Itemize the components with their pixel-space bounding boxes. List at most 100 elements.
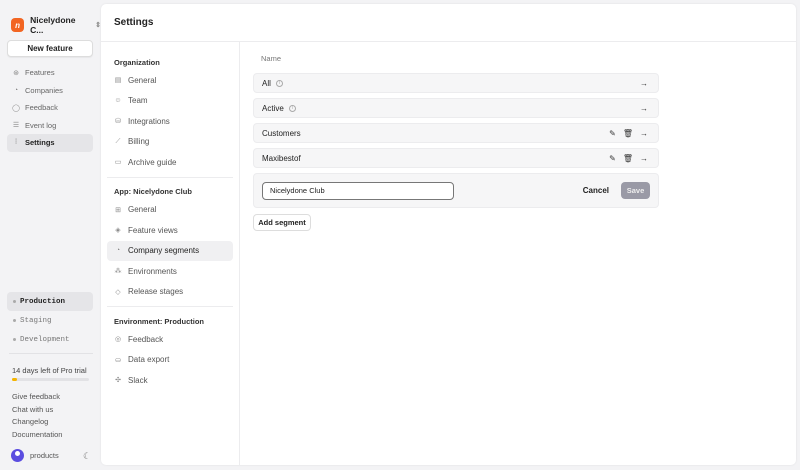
nav-item-companies[interactable]: ◔ Companies	[7, 82, 93, 100]
help-links: Give feedback Chat with us Changelog Docume…	[12, 392, 62, 442]
status-dot-icon	[13, 338, 16, 341]
settings-item-general[interactable]: ▤ General	[107, 70, 233, 91]
settings-item-general[interactable]: ⊞ General	[107, 200, 233, 221]
env-item-development[interactable]: Development	[7, 330, 93, 349]
settings-item-label: Archive guide	[128, 157, 177, 167]
settings-item-integrations[interactable]: ⛁ Integrations	[107, 111, 233, 132]
avatar	[11, 449, 24, 462]
segment-name: Active i	[262, 104, 640, 113]
help-link[interactable]: Documentation	[12, 430, 62, 443]
settings-item-release-stages[interactable]: ◇ Release stages	[107, 282, 233, 303]
trash-icon[interactable]: 🗑	[623, 154, 633, 163]
settings-item-archive-guide[interactable]: ▭ Archive guide	[107, 152, 233, 173]
trial-progress	[12, 378, 89, 381]
org-switcher[interactable]: n Nicelydone C... ⇕	[11, 15, 101, 35]
segment-row[interactable]: Customers ✎ 🗑 →	[253, 123, 659, 143]
settings-item-label: Team	[128, 96, 148, 106]
settings-item-feedback[interactable]: ◎ Feedback	[107, 329, 233, 350]
section-title: Environment: Production	[114, 316, 204, 326]
info-icon[interactable]: i	[288, 104, 296, 112]
segment-label: Active	[262, 103, 284, 113]
trial-progress-fill	[12, 378, 18, 381]
help-link[interactable]: Chat with us	[12, 405, 62, 418]
settings-item-slack[interactable]: ✣ Slack	[107, 370, 233, 391]
pencil-icon[interactable]: ✎	[609, 154, 616, 163]
settings-item-company-segments[interactable]: ◔ Company segments	[107, 240, 233, 261]
settings-item-billing[interactable]: ⟋ Billing	[107, 132, 233, 153]
nav-item-label: Event log	[25, 120, 57, 130]
save-button[interactable]: Save	[621, 182, 650, 199]
settings-item-icon: ▤	[114, 77, 122, 85]
settings-item-label: General	[128, 75, 157, 85]
arrow-right-icon[interactable]: →	[640, 79, 648, 88]
org-name: Nicelydone C...	[30, 15, 76, 35]
env-label: Development	[20, 335, 70, 344]
cancel-button[interactable]: Cancel	[583, 186, 609, 195]
settings-item-label: Feature views	[128, 225, 178, 235]
user-name: products	[30, 451, 59, 460]
settings-item-label: Integrations	[128, 116, 170, 126]
settings-item-icon: ◎	[114, 336, 122, 344]
env-item-production[interactable]: Production	[7, 292, 93, 311]
segment-label: All	[262, 78, 271, 88]
settings-item-label: Billing	[128, 137, 150, 147]
segment-name: All i	[262, 79, 640, 88]
settings-item-icon: ⁂	[114, 268, 122, 276]
arrow-right-icon[interactable]: →	[640, 129, 648, 138]
nav-item-feedback[interactable]: ◯ Feedback	[7, 99, 93, 117]
settings-item-icon: ⛁	[115, 118, 121, 126]
segment-actions: ✎ 🗑 →	[609, 154, 648, 163]
new-feature-button[interactable]: New feature	[7, 40, 93, 57]
moon-icon[interactable]: ☾	[83, 451, 91, 462]
segment-row[interactable]: Maxibestof ✎ 🗑 →	[253, 148, 659, 168]
env-label: Staging	[20, 316, 52, 325]
page-title: Settings	[114, 17, 154, 28]
pie-icon: ◔	[13, 86, 19, 94]
info-icon[interactable]: i	[275, 79, 283, 87]
pencil-icon[interactable]: ✎	[609, 129, 616, 138]
settings-item-icon: ☺	[114, 97, 122, 105]
help-link[interactable]: Give feedback	[12, 392, 62, 405]
settings-item-team[interactable]: ☺ Team	[107, 91, 233, 112]
nav-item-settings[interactable]: ⫶ Settings	[7, 134, 93, 152]
column-header-name: Name	[261, 54, 282, 63]
add-segment-button[interactable]: Add segment	[253, 214, 311, 231]
settings-item-label: Slack	[128, 375, 148, 385]
segment-row[interactable]: All i →	[253, 73, 659, 93]
settings-item-feature-views[interactable]: ◈ Feature views	[107, 220, 233, 241]
arrow-right-icon[interactable]: →	[640, 154, 648, 163]
segment-label: Maxibestof	[262, 153, 301, 163]
segment-label: Customers	[262, 128, 301, 138]
settings-item-icon: ⛀	[115, 356, 121, 364]
status-dot-icon	[13, 300, 16, 303]
settings-item-data-export[interactable]: ⛀ Data export	[107, 350, 233, 371]
settings-item-label: General	[128, 205, 157, 215]
section-title: Organization	[114, 57, 160, 67]
settings-item-icon: ◇	[115, 288, 121, 296]
settings-item-label: Release stages	[128, 287, 184, 297]
nav-item-label: Settings	[25, 138, 55, 148]
settings-item-label: Company segments	[128, 246, 200, 256]
segment-name-input[interactable]	[262, 181, 454, 200]
nav-item-label: Feedback	[25, 103, 58, 113]
settings-item-label: Environments	[128, 266, 177, 276]
settings-item-environments[interactable]: ⁂ Environments	[107, 261, 233, 282]
arrow-right-icon[interactable]: →	[640, 104, 648, 113]
help-link[interactable]: Changelog	[12, 417, 62, 430]
user-menu[interactable]: products	[11, 449, 59, 462]
divider	[107, 306, 233, 307]
nav-item-event-log[interactable]: ☰ Event log	[7, 117, 93, 135]
settings-item-icon: ▭	[114, 159, 122, 167]
nav-item-features[interactable]: ⊛ Features	[7, 64, 93, 82]
segment-actions: →	[640, 79, 648, 88]
segment-name: Maxibestof	[262, 154, 609, 163]
settings-item-icon: ◈	[115, 227, 121, 235]
section-title: App: Nicelydone Club	[114, 187, 192, 196]
trash-icon[interactable]: 🗑	[623, 129, 633, 138]
nav-item-label: Features	[25, 68, 55, 78]
nav-item-label: Companies	[25, 85, 63, 95]
divider	[101, 41, 796, 42]
segment-row[interactable]: Active i →	[253, 98, 659, 118]
env-item-staging[interactable]: Staging	[7, 311, 93, 330]
settings-item-icon: ✣	[115, 377, 121, 385]
